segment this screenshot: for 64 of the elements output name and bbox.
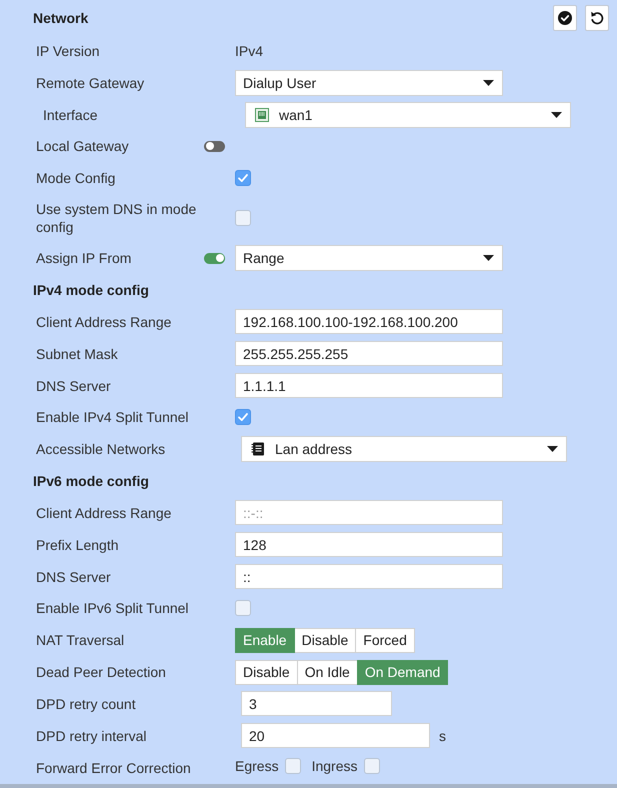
field-label: DNS Server [36, 376, 111, 395]
text-input[interactable]: 192.168.100.100-192.168.100.200 [235, 309, 503, 334]
checkbox[interactable] [235, 210, 251, 226]
segment-button[interactable]: Enable [235, 628, 295, 653]
caret-icon [547, 446, 558, 452]
section-heading: IPv4 mode config [33, 282, 149, 298]
text-input[interactable]: :: [235, 564, 503, 590]
dropdown[interactable]: Range [235, 245, 503, 272]
field-label: Dead Peer Detection [36, 663, 166, 682]
field-label: DPD retry interval [36, 726, 146, 745]
toggle-switch[interactable] [204, 140, 225, 152]
network-port-icon [255, 108, 269, 122]
field-label: Client Address Range [36, 312, 172, 331]
field-label: Remote Gateway [36, 74, 144, 92]
text-input[interactable]: ::-:: [235, 500, 503, 526]
field-label: Use system DNS in mode config [36, 200, 198, 236]
checkbox-label: Egress [235, 758, 279, 774]
checkbox[interactable] [364, 758, 380, 774]
unit-label: s [439, 728, 446, 744]
caret-icon [483, 80, 494, 86]
apply-button[interactable] [553, 4, 577, 30]
checkbox-label: Ingress [312, 758, 358, 774]
text-input[interactable]: 1.1.1.1 [235, 373, 503, 398]
field-label: Forward Error Correction [36, 758, 191, 777]
dropdown[interactable]: Dialup User [235, 70, 503, 96]
text-input[interactable]: 255.255.255.255 [235, 341, 503, 366]
segment-button[interactable]: On Idle [296, 660, 358, 685]
segment-button[interactable]: Disable [235, 660, 298, 685]
segment-button[interactable]: On Demand [356, 660, 448, 685]
check-circle-icon [558, 10, 572, 24]
field-label: Enable IPv4 Split Tunnel [36, 408, 189, 426]
field-value: IPv4 [235, 42, 264, 59]
checkbox[interactable] [235, 600, 251, 616]
undo-icon [590, 10, 604, 24]
checkbox[interactable] [235, 409, 251, 426]
field-label: Client Address Range [36, 504, 172, 522]
field-label: Enable IPv6 Split Tunnel [36, 599, 189, 618]
field-label: Assign IP From [36, 249, 132, 268]
caret-icon [483, 255, 494, 262]
field-label: NAT Traversal [36, 631, 124, 650]
panel-title: Network [33, 10, 88, 26]
revert-button[interactable] [585, 4, 609, 30]
checkbox[interactable] [284, 758, 301, 774]
toggle-switch[interactable] [204, 252, 225, 264]
field-label: IP Version [36, 42, 100, 60]
segment-button[interactable]: Disable [294, 628, 356, 653]
field-label: Interface [43, 106, 98, 124]
dropdown[interactable]: Lan address [241, 436, 567, 462]
text-input[interactable]: 128 [235, 532, 503, 558]
address-book-icon [251, 442, 265, 456]
field-label: DPD retry count [36, 694, 136, 713]
field-label: Accessible Networks [36, 440, 166, 458]
field-label: Mode Config [36, 169, 116, 188]
section-heading: IPv6 mode config [33, 473, 149, 490]
dropdown[interactable]: wan1 [245, 102, 571, 128]
field-label: Prefix Length [36, 536, 118, 554]
segment-button[interactable]: Forced [355, 628, 415, 653]
number-input[interactable]: 3 [241, 691, 392, 716]
caret-icon [551, 112, 562, 118]
field-label: Subnet Mask [36, 344, 118, 363]
field-label: Local Gateway [36, 137, 129, 156]
field-label: DNS Server [36, 568, 111, 586]
checkbox[interactable] [235, 170, 251, 186]
number-input[interactable]: 20 [241, 723, 430, 748]
